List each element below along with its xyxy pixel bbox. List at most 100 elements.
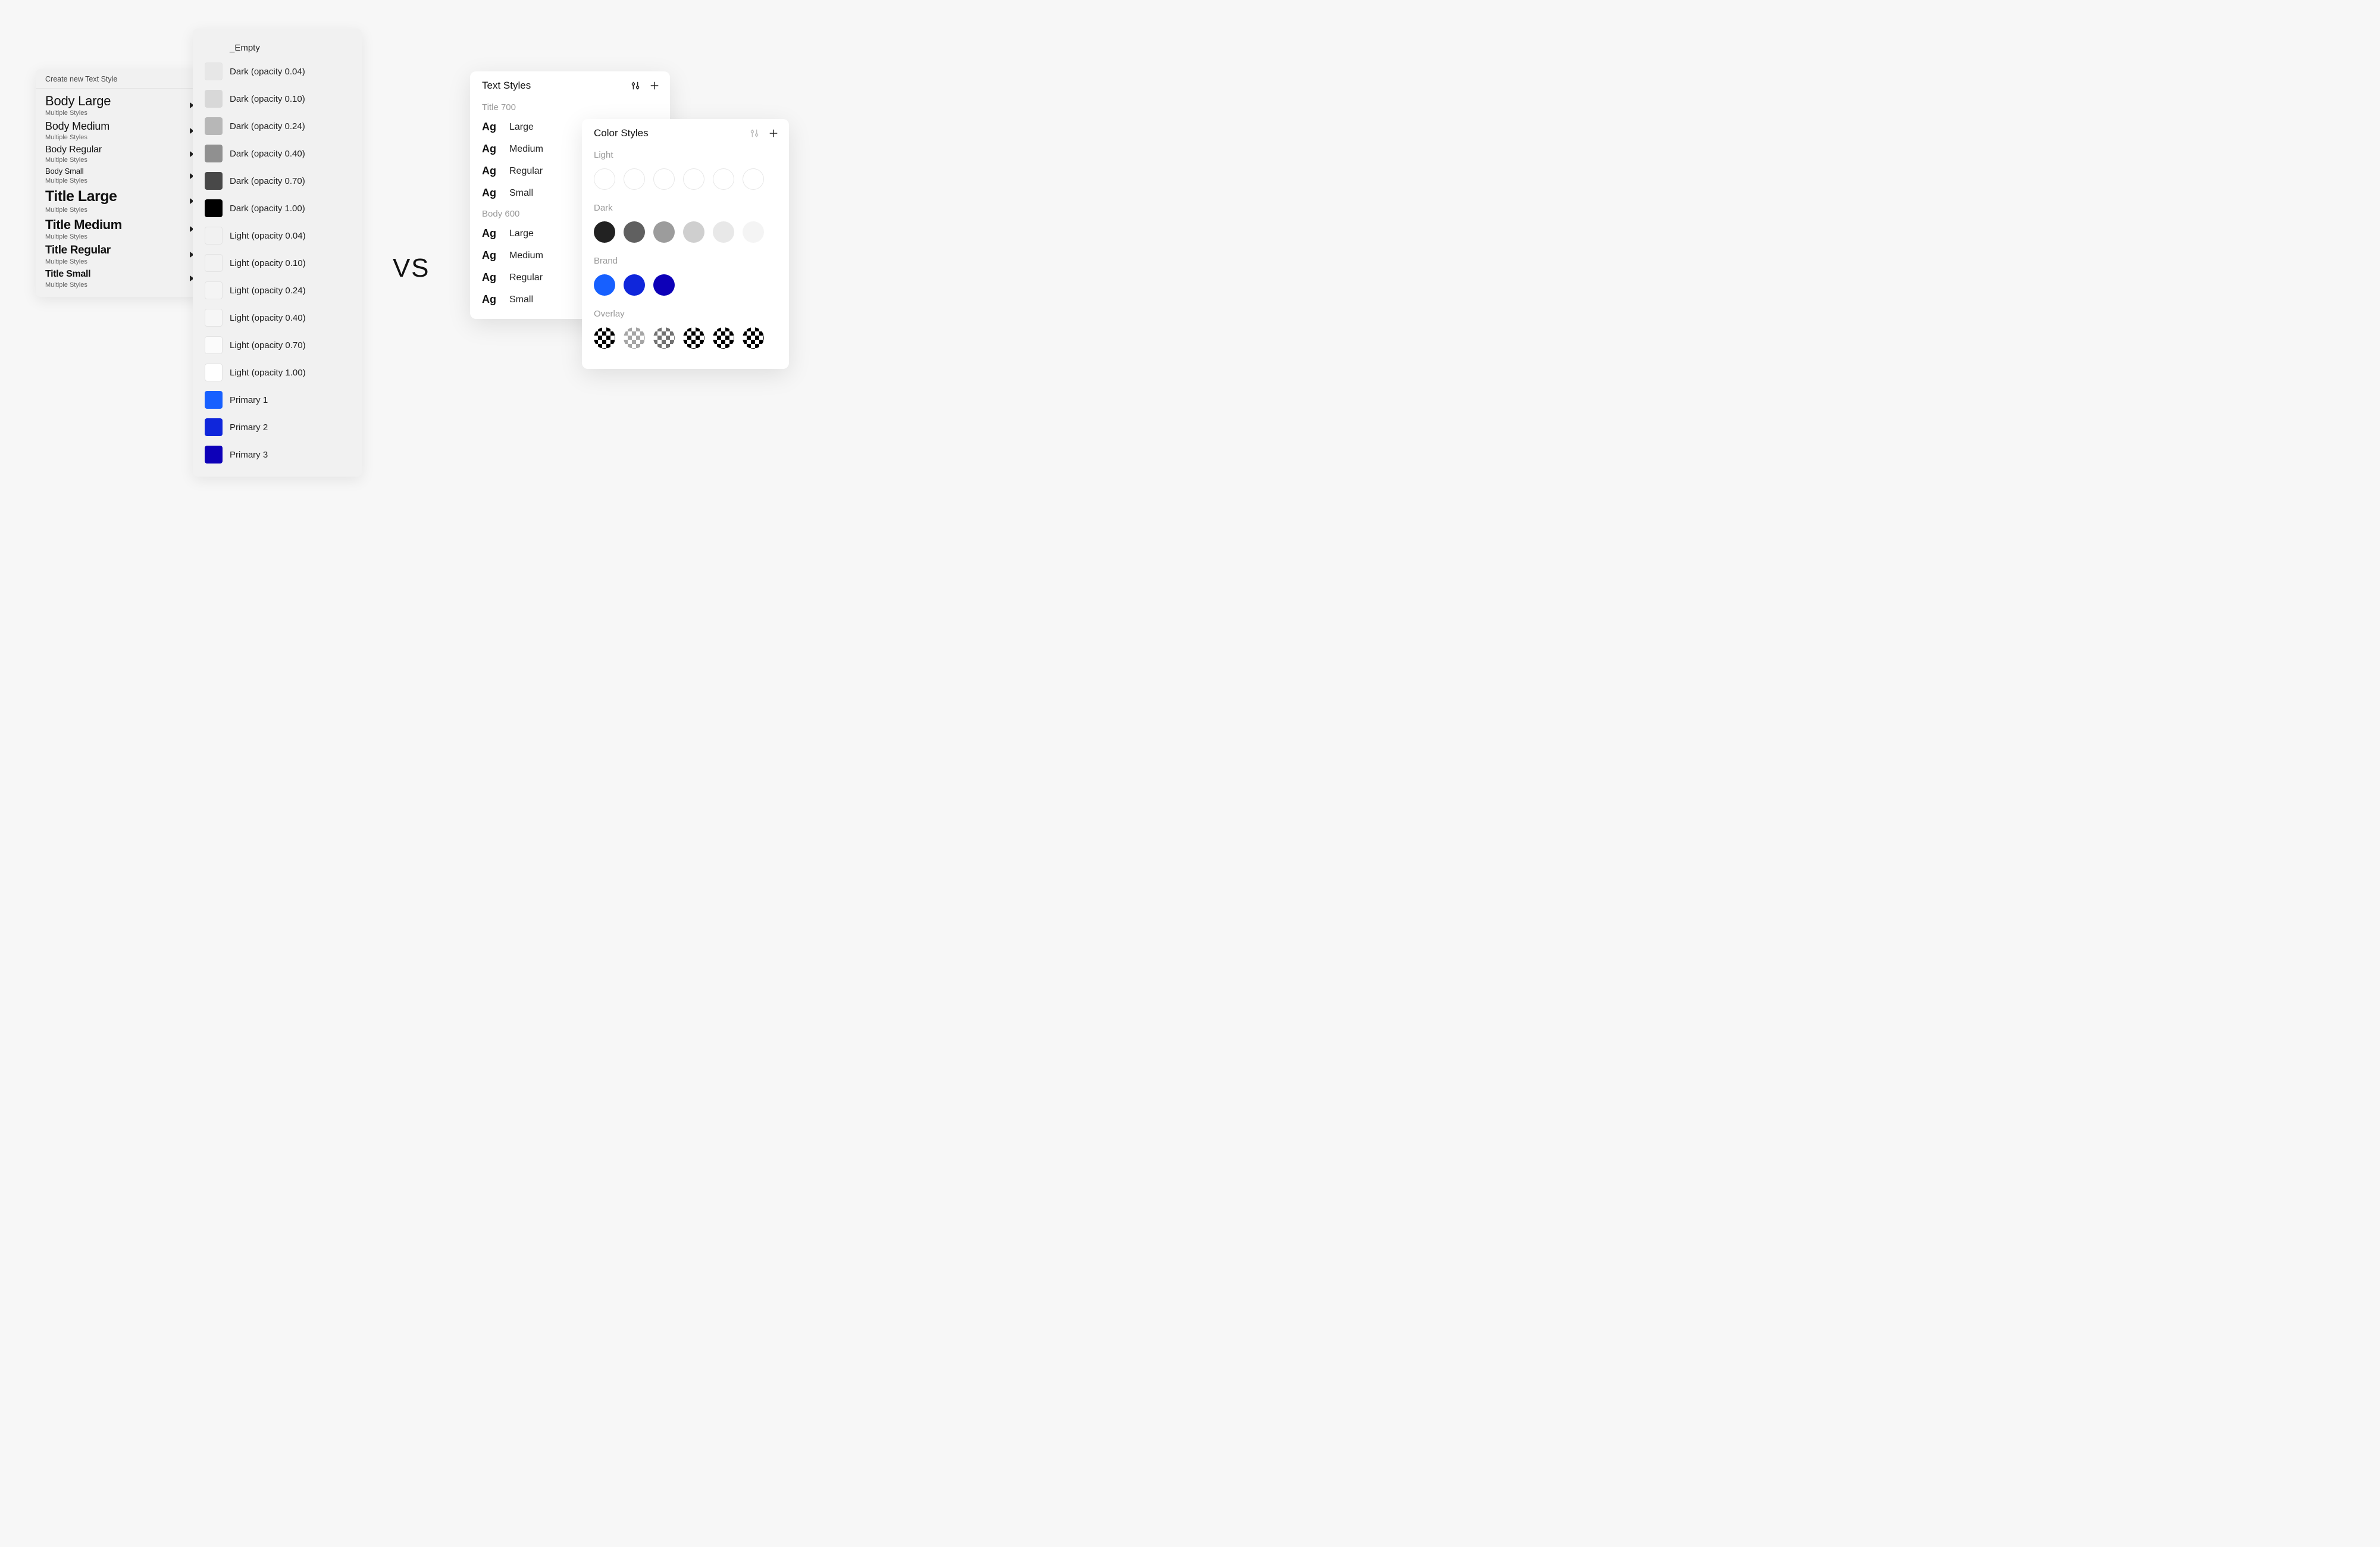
color-swatch[interactable] bbox=[743, 168, 764, 190]
color-label: Dark (opacity 0.24) bbox=[230, 121, 305, 131]
sketch-color-item[interactable]: Light (opacity 1.00) bbox=[193, 359, 362, 386]
color-group-label: Dark bbox=[582, 198, 789, 217]
text-preview-ag: Ag bbox=[482, 143, 500, 155]
settings-icon[interactable] bbox=[749, 127, 760, 139]
sketch-color-item[interactable]: Light (opacity 0.40) bbox=[193, 304, 362, 331]
text-style-name: Regular bbox=[509, 273, 543, 283]
vs-label: VS bbox=[393, 253, 430, 283]
color-swatch[interactable] bbox=[653, 327, 675, 349]
color-group-label: Brand bbox=[582, 251, 789, 270]
settings-icon[interactable] bbox=[630, 80, 641, 92]
color-swatch-row bbox=[582, 217, 789, 251]
plus-icon[interactable] bbox=[649, 80, 660, 92]
text-preview-ag: Ag bbox=[482, 249, 500, 262]
color-swatch bbox=[205, 227, 223, 245]
color-swatch[interactable] bbox=[624, 327, 645, 349]
sketch-color-item[interactable]: Dark (opacity 0.04) bbox=[193, 58, 362, 85]
color-swatch[interactable] bbox=[594, 327, 615, 349]
text-style-subtitle: Multiple Styles bbox=[45, 233, 122, 240]
color-swatch[interactable] bbox=[653, 168, 675, 190]
sketch-color-item[interactable]: Light (opacity 0.04) bbox=[193, 222, 362, 249]
color-swatch[interactable] bbox=[713, 221, 734, 243]
sketch-text-styles-list: Body LargeMultiple StylesBody MediumMult… bbox=[36, 89, 203, 297]
text-preview-ag: Ag bbox=[482, 121, 500, 133]
sketch-color-item[interactable]: Light (opacity 0.24) bbox=[193, 277, 362, 304]
color-swatch-row bbox=[582, 322, 789, 357]
color-label: Light (opacity 0.04) bbox=[230, 231, 306, 241]
color-swatch bbox=[205, 254, 223, 272]
color-swatch[interactable] bbox=[624, 274, 645, 296]
color-label: Dark (opacity 0.40) bbox=[230, 149, 305, 159]
color-label: Light (opacity 0.70) bbox=[230, 340, 306, 350]
color-swatch[interactable] bbox=[743, 221, 764, 243]
sketch-color-item[interactable]: Dark (opacity 1.00) bbox=[193, 195, 362, 222]
color-swatch-row bbox=[582, 270, 789, 304]
sketch-text-style-item[interactable]: Body SmallMultiple Styles bbox=[36, 165, 203, 186]
sketch-text-style-item[interactable]: Body MediumMultiple Styles bbox=[36, 118, 203, 142]
text-style-subtitle: Multiple Styles bbox=[45, 258, 111, 265]
color-group-label: Overlay bbox=[582, 304, 789, 322]
color-label: Dark (opacity 1.00) bbox=[230, 203, 305, 214]
create-text-style-header[interactable]: Create new Text Style bbox=[36, 69, 203, 89]
color-label: Primary 2 bbox=[230, 422, 268, 433]
text-style-name: Body Regular bbox=[45, 145, 102, 155]
color-swatch[interactable] bbox=[743, 327, 764, 349]
text-style-subtitle: Multiple Styles bbox=[45, 156, 102, 164]
color-swatch[interactable] bbox=[624, 221, 645, 243]
text-preview-ag: Ag bbox=[482, 293, 500, 306]
color-swatch[interactable] bbox=[683, 221, 704, 243]
text-style-name: Title Small bbox=[45, 269, 90, 280]
sketch-color-item[interactable]: Dark (opacity 0.70) bbox=[193, 167, 362, 195]
color-swatch bbox=[205, 391, 223, 409]
sketch-color-item[interactable]: Primary 2 bbox=[193, 414, 362, 441]
text-preview-ag: Ag bbox=[482, 165, 500, 177]
text-preview-ag: Ag bbox=[482, 187, 500, 199]
text-style-name: Regular bbox=[509, 166, 543, 177]
color-swatch[interactable] bbox=[683, 168, 704, 190]
color-swatch[interactable] bbox=[683, 327, 704, 349]
text-style-name: Large bbox=[509, 228, 534, 239]
color-swatch[interactable] bbox=[624, 168, 645, 190]
sketch-color-item[interactable]: Light (opacity 0.70) bbox=[193, 331, 362, 359]
sketch-color-item[interactable]: Dark (opacity 0.10) bbox=[193, 85, 362, 112]
color-swatch[interactable] bbox=[653, 221, 675, 243]
sketch-color-item[interactable]: Dark (opacity 0.40) bbox=[193, 140, 362, 167]
sketch-text-style-item[interactable]: Title SmallMultiple Styles bbox=[36, 267, 203, 289]
color-swatch[interactable] bbox=[594, 168, 615, 190]
text-style-name: Title Medium bbox=[45, 217, 122, 232]
text-style-name: Small bbox=[509, 188, 533, 199]
color-swatch[interactable] bbox=[594, 274, 615, 296]
color-label: Light (opacity 0.10) bbox=[230, 258, 306, 268]
sketch-text-style-item[interactable]: Title RegularMultiple Styles bbox=[36, 242, 203, 267]
text-style-name: Large bbox=[509, 122, 534, 133]
color-swatch[interactable] bbox=[713, 168, 734, 190]
text-style-subtitle: Multiple Styles bbox=[45, 134, 109, 141]
text-style-subtitle: Multiple Styles bbox=[45, 281, 90, 289]
sketch-color-item[interactable]: Primary 1 bbox=[193, 386, 362, 414]
color-swatch bbox=[205, 281, 223, 299]
color-swatch[interactable] bbox=[653, 274, 675, 296]
text-group-label: Title 700 bbox=[470, 98, 670, 116]
color-group-label: Light bbox=[582, 145, 789, 164]
text-style-subtitle: Multiple Styles bbox=[45, 177, 87, 184]
sketch-empty-style[interactable]: _Empty bbox=[193, 38, 362, 58]
color-label: Dark (opacity 0.10) bbox=[230, 94, 305, 104]
color-label: Dark (opacity 0.70) bbox=[230, 176, 305, 186]
sketch-text-style-item[interactable]: Body RegularMultiple Styles bbox=[36, 142, 203, 165]
sketch-text-style-item[interactable]: Title LargeMultiple Styles bbox=[36, 186, 203, 215]
text-style-name: Small bbox=[509, 295, 533, 305]
plus-icon[interactable] bbox=[768, 127, 779, 139]
sketch-text-style-item[interactable]: Body LargeMultiple Styles bbox=[36, 91, 203, 118]
color-label: Light (opacity 0.40) bbox=[230, 313, 306, 323]
sketch-color-item[interactable]: Dark (opacity 0.24) bbox=[193, 112, 362, 140]
color-label: Light (opacity 0.24) bbox=[230, 286, 306, 296]
color-swatch[interactable] bbox=[713, 327, 734, 349]
sketch-text-style-item[interactable]: Title MediumMultiple Styles bbox=[36, 215, 203, 242]
color-swatch bbox=[205, 117, 223, 135]
sketch-color-item[interactable]: Primary 3 bbox=[193, 441, 362, 468]
text-style-name: Title Large bbox=[45, 188, 117, 205]
color-swatch bbox=[205, 418, 223, 436]
color-swatch[interactable] bbox=[594, 221, 615, 243]
text-style-name: Medium bbox=[509, 250, 543, 261]
sketch-color-item[interactable]: Light (opacity 0.10) bbox=[193, 249, 362, 277]
